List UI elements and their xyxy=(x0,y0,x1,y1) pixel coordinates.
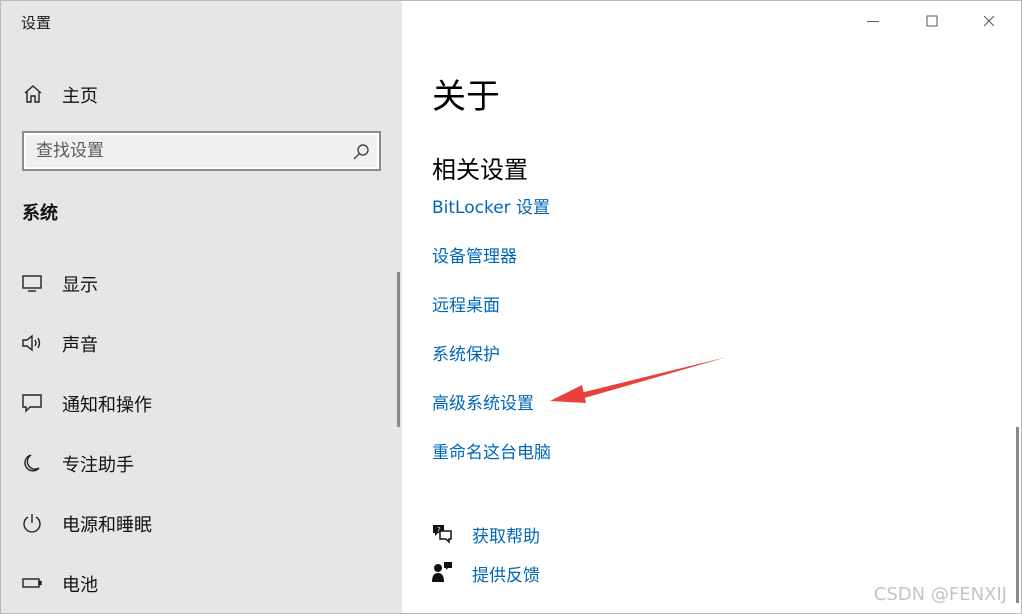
help-chat-icon: ? xyxy=(430,521,454,545)
give-feedback-label: 提供反馈 xyxy=(472,566,540,586)
sidebar-item-power-sleep[interactable]: 电源和睡眠 xyxy=(1,498,397,548)
sidebar: 设置 主页 系统 xyxy=(1,1,402,613)
link-rename-this-pc[interactable]: 重命名这台电脑 xyxy=(432,438,551,463)
get-help-label: 获取帮助 xyxy=(472,527,540,547)
minimize-icon xyxy=(867,21,879,22)
sidebar-item-notifications[interactable]: 通知和操作 xyxy=(1,378,397,428)
search-icon[interactable] xyxy=(351,142,371,162)
home-icon xyxy=(22,83,44,105)
speaker-icon xyxy=(21,332,45,354)
search-input[interactable] xyxy=(36,139,336,163)
svg-text:?: ? xyxy=(437,526,441,534)
main-content: 关于 相关设置 BitLocker 设置 设备管理器 远程桌面 系统保护 高级系… xyxy=(402,1,1021,613)
give-feedback-link[interactable]: 提供反馈 xyxy=(430,558,630,586)
minimize-button[interactable] xyxy=(855,7,891,35)
battery-icon xyxy=(21,572,45,594)
home-label: 主页 xyxy=(62,86,98,107)
display-icon xyxy=(21,272,45,294)
watermark: CSDN @FENXIJ xyxy=(873,584,1007,605)
link-device-manager[interactable]: 设备管理器 xyxy=(432,242,517,267)
sidebar-item-label: 通知和操作 xyxy=(62,395,152,416)
sidebar-item-display[interactable]: 显示 xyxy=(1,258,397,308)
link-system-protection[interactable]: 系统保护 xyxy=(432,340,500,365)
get-help-link[interactable]: ? 获取帮助 xyxy=(430,519,630,547)
link-advanced-system-settings[interactable]: 高级系统设置 xyxy=(432,389,534,414)
sidebar-item-label: 显示 xyxy=(62,275,98,296)
sidebar-scrollbar[interactable] xyxy=(397,272,400,427)
close-icon xyxy=(983,15,995,27)
settings-window: 设置 主页 系统 xyxy=(0,0,1022,614)
page-title: 关于 xyxy=(432,77,500,117)
sidebar-item-battery[interactable]: 电池 xyxy=(1,558,397,608)
annotation-arrow xyxy=(550,357,727,403)
sidebar-item-focus-assist[interactable]: 专注助手 xyxy=(1,438,397,488)
sidebar-item-label: 专注助手 xyxy=(62,455,134,476)
sidebar-item-label: 电池 xyxy=(62,575,98,596)
link-bitlocker-settings[interactable]: BitLocker 设置 xyxy=(432,193,550,218)
app-title: 设置 xyxy=(21,14,52,32)
main-scrollbar[interactable] xyxy=(1016,427,1019,603)
close-button[interactable] xyxy=(971,7,1007,35)
sidebar-item-label: 电源和睡眠 xyxy=(62,515,152,536)
sidebar-item-sound[interactable]: 声音 xyxy=(1,318,397,368)
moon-icon xyxy=(21,452,45,474)
search-box[interactable] xyxy=(22,131,381,171)
link-remote-desktop[interactable]: 远程桌面 xyxy=(432,291,500,316)
section-header-system: 系统 xyxy=(22,203,58,224)
window-controls xyxy=(843,1,1021,41)
maximize-button[interactable] xyxy=(914,7,950,35)
notification-icon xyxy=(21,392,45,414)
maximize-icon xyxy=(926,15,938,27)
power-icon xyxy=(21,512,45,534)
sidebar-item-home[interactable]: 主页 xyxy=(1,73,402,113)
sidebar-item-label: 声音 xyxy=(62,335,98,356)
related-settings-heading: 相关设置 xyxy=(432,156,528,184)
feedback-icon xyxy=(430,560,454,584)
